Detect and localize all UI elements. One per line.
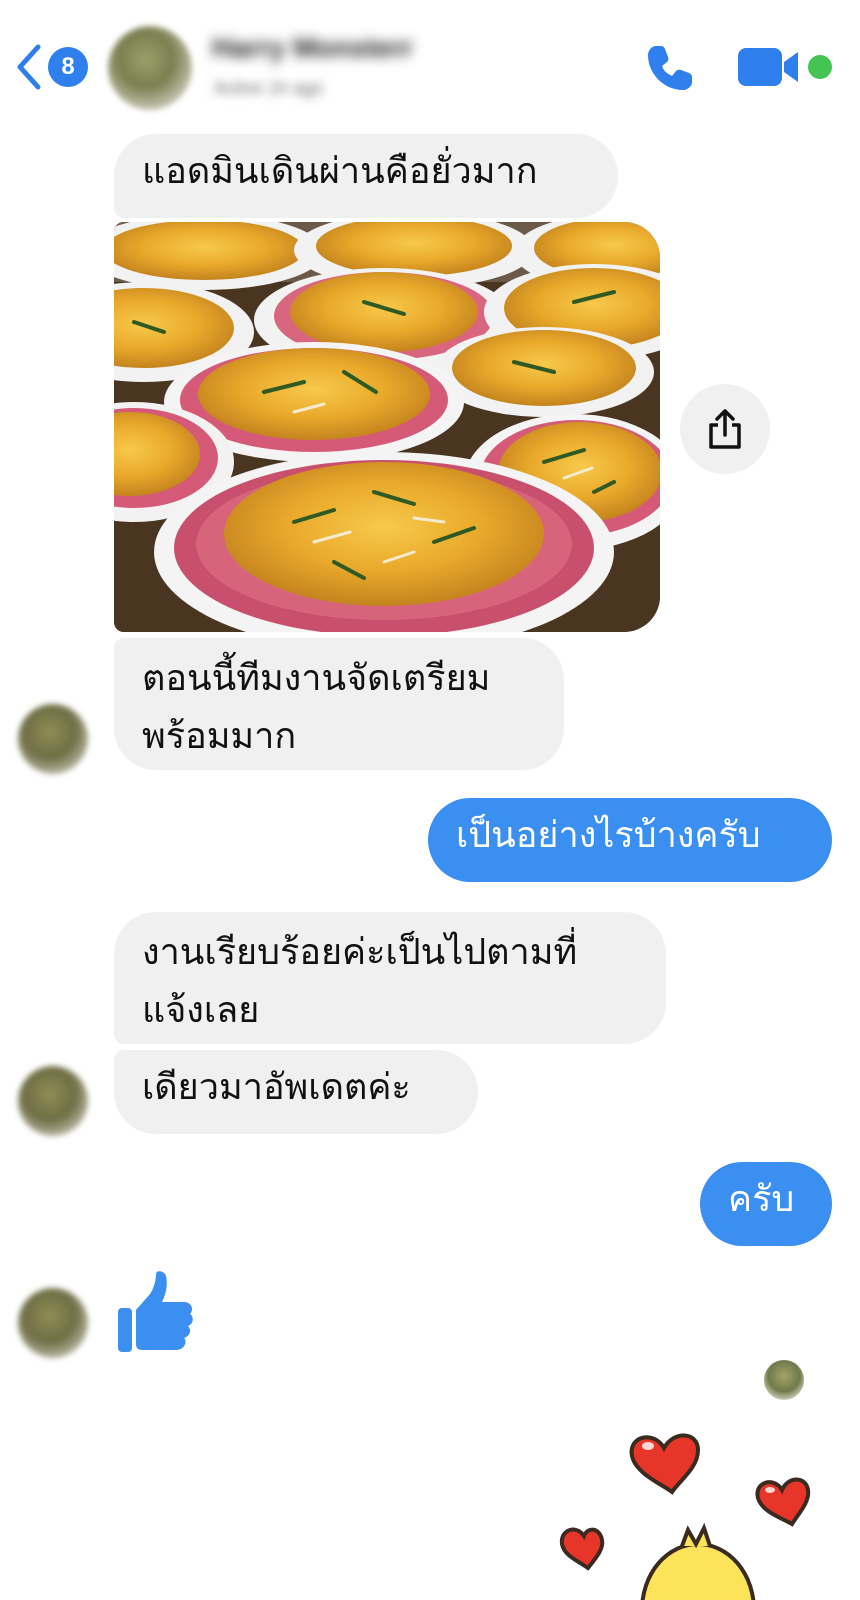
video-camera-icon <box>738 48 798 86</box>
thumbs-up-icon[interactable] <box>114 1268 198 1358</box>
share-icon <box>709 409 741 449</box>
contact-avatar[interactable] <box>108 26 192 110</box>
contact-status: Active 1h ago <box>214 78 324 98</box>
outgoing-message[interactable]: ครับ <box>700 1162 832 1246</box>
contact-name[interactable]: Harry Monsterr <box>212 32 522 66</box>
incoming-message[interactable]: เดียวมาอัพเดตค่ะ <box>114 1050 478 1134</box>
photo-message[interactable] <box>114 222 660 632</box>
share-button[interactable] <box>680 384 770 474</box>
back-button[interactable]: 8 <box>14 42 94 92</box>
chick-hearts-sticker <box>559 1433 811 1600</box>
unread-count-badge: 8 <box>48 47 88 87</box>
call-button[interactable] <box>642 40 698 96</box>
incoming-message[interactable]: ตอนนี้ทีมงานจัดเตรียม พร้อมมาก <box>114 638 564 770</box>
incoming-message[interactable]: งานเรียบร้อยค่ะเป็นไปตามที่ แจ้งเลย <box>114 912 666 1044</box>
noodle-plates-image <box>114 222 660 632</box>
sender-avatar[interactable] <box>18 1066 88 1136</box>
read-receipt-avatar <box>764 1360 804 1400</box>
online-status-dot <box>808 55 832 79</box>
phone-icon <box>648 46 692 90</box>
chat-header: 8 Harry Monsterr Active 1h ago <box>0 0 860 128</box>
incoming-message[interactable]: แอดมินเดินผ่านคือยั่วมาก <box>114 134 618 218</box>
video-call-button[interactable] <box>736 44 802 90</box>
sender-avatar[interactable] <box>18 1288 88 1358</box>
chevron-left-icon <box>17 44 41 90</box>
outgoing-message[interactable]: เป็นอย่างไรบ้างครับ <box>428 798 832 882</box>
sender-avatar[interactable] <box>18 704 88 774</box>
